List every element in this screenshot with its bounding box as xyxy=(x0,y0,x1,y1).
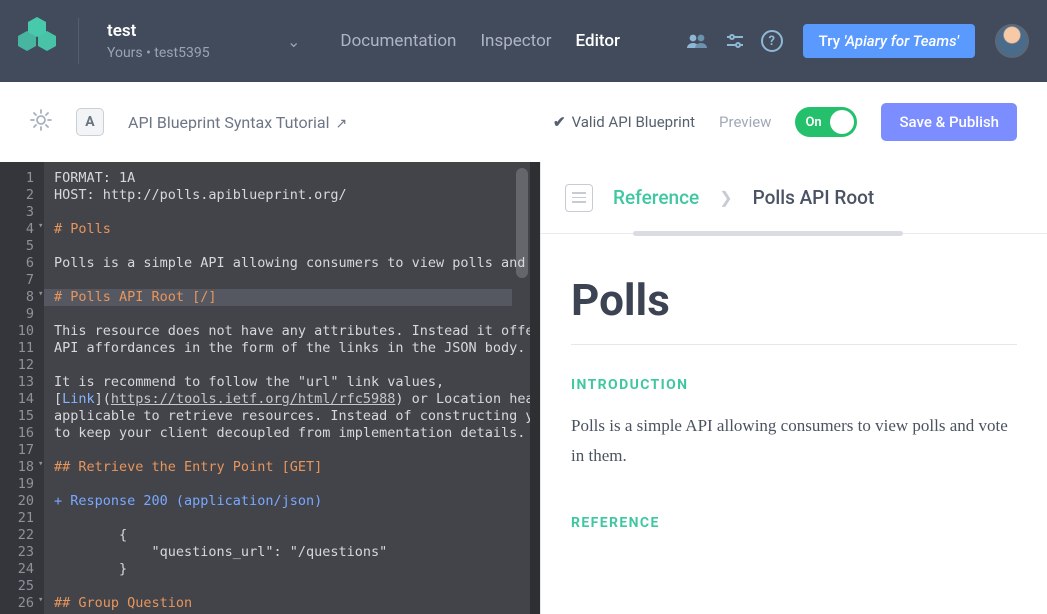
code-editor[interactable]: ▾ ▾ ▾ ▾ 12345678910111213141516171819202… xyxy=(0,162,530,614)
breadcrumb-bar: Reference ❯ Polls API Root xyxy=(541,162,1047,234)
help-icon[interactable]: ? xyxy=(761,30,783,52)
preview-pane: Reference ❯ Polls API Root Polls INTRODU… xyxy=(540,162,1047,614)
divider xyxy=(78,18,79,64)
breadcrumb-scrollbar[interactable] xyxy=(633,231,903,236)
fold-marker-icon[interactable]: ▾ xyxy=(38,221,43,231)
code-content[interactable]: FORMAT: 1AHOST: http://polls.apiblueprin… xyxy=(44,162,530,614)
fold-marker-icon[interactable]: ▾ xyxy=(38,595,43,605)
user-avatar[interactable] xyxy=(995,24,1029,58)
fold-marker-icon[interactable]: ▾ xyxy=(38,289,43,299)
project-title: test xyxy=(107,21,277,41)
chevron-right-icon: ❯ xyxy=(719,188,732,207)
section-reference-label: REFERENCE xyxy=(571,515,1017,531)
try-teams-button[interactable]: Try 'Apiary for Teams' xyxy=(803,24,975,58)
breadcrumb-current: Polls API Root xyxy=(753,186,875,209)
project-selector[interactable]: test Yours • test5395 xyxy=(107,21,277,61)
settings-icon[interactable] xyxy=(723,29,747,53)
nav-inspector[interactable]: Inspector xyxy=(480,31,551,51)
team-icon[interactable] xyxy=(685,29,709,53)
external-link-icon: ↗ xyxy=(336,116,348,132)
apiary-logo[interactable] xyxy=(18,22,56,60)
sub-bar: A API Blueprint Syntax Tutorial↗ ✔Valid … xyxy=(0,82,1047,162)
toggle-knob xyxy=(830,110,854,134)
list-icon[interactable] xyxy=(565,184,593,212)
nav-documentation[interactable]: Documentation xyxy=(340,31,456,51)
format-badge[interactable]: A xyxy=(76,108,104,136)
main-area: ▾ ▾ ▾ ▾ 12345678910111213141516171819202… xyxy=(0,162,1047,614)
project-subtitle: Yours • test5395 xyxy=(107,45,277,61)
tutorial-link[interactable]: API Blueprint Syntax Tutorial↗ xyxy=(128,113,347,132)
preview-label: Preview xyxy=(719,113,771,131)
chevron-down-icon[interactable]: ⌄ xyxy=(287,32,300,51)
pane-resize-handle[interactable] xyxy=(530,162,540,614)
top-bar: test Yours • test5395 ⌄ Documentation In… xyxy=(0,0,1047,82)
main-nav: Documentation Inspector Editor xyxy=(340,31,620,51)
divider xyxy=(571,344,1017,345)
validation-status: ✔Valid API Blueprint xyxy=(553,113,695,131)
nav-editor[interactable]: Editor xyxy=(576,31,620,51)
fold-marker-icon[interactable]: ▾ xyxy=(38,459,43,469)
theme-icon[interactable] xyxy=(30,109,52,135)
check-icon: ✔ xyxy=(553,113,566,131)
preview-heading: Polls xyxy=(571,274,1017,326)
preview-toggle[interactable]: On xyxy=(795,107,857,137)
section-introduction-label: INTRODUCTION xyxy=(571,377,1017,393)
breadcrumb-reference[interactable]: Reference xyxy=(613,186,699,209)
preview-body: Polls INTRODUCTION Polls is a simple API… xyxy=(541,234,1047,549)
save-publish-button[interactable]: Save & Publish xyxy=(881,103,1017,141)
introduction-text: Polls is a simple API allowing consumers… xyxy=(571,411,1017,471)
